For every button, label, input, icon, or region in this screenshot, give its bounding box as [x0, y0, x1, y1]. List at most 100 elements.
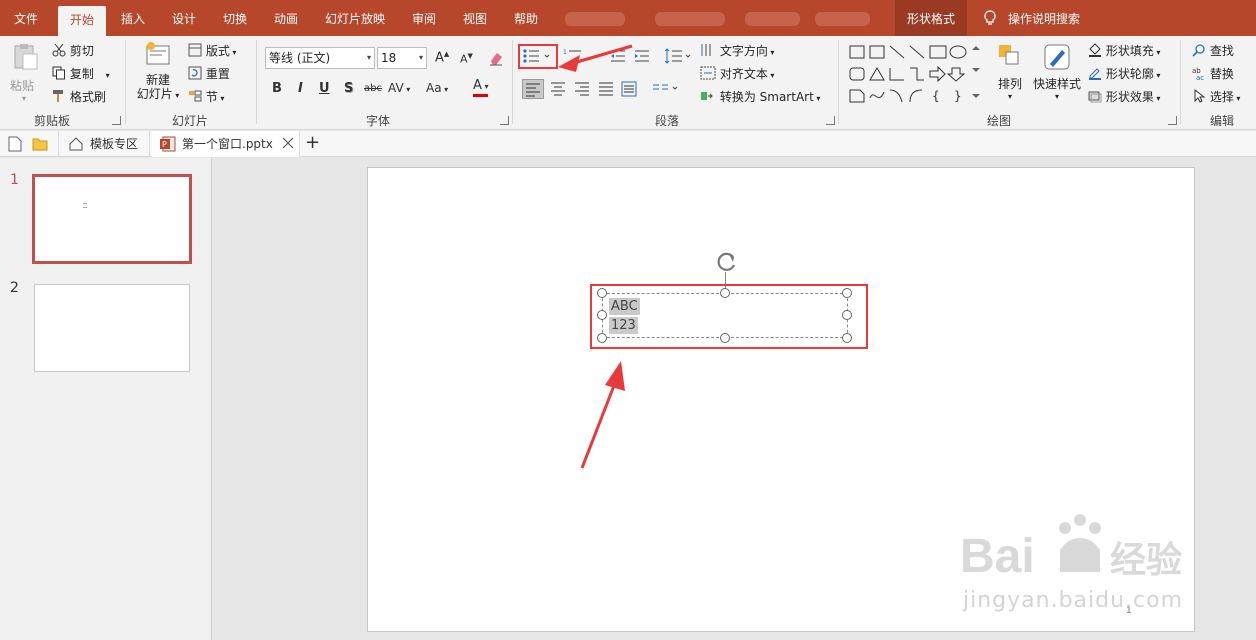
- strikethrough-button[interactable]: abc: [364, 83, 382, 94]
- svg-text:}: }: [954, 89, 962, 103]
- font-size-select[interactable]: 18 ▾: [377, 47, 427, 69]
- clipboard-icon: [10, 44, 40, 75]
- grow-font-button[interactable]: A▲: [435, 50, 449, 65]
- clear-formatting-icon[interactable]: [488, 50, 504, 69]
- doctab-templates[interactable]: 模板专区: [58, 131, 150, 157]
- font-size-value: 18: [381, 51, 397, 65]
- new-slide-button[interactable]: 新建 幻灯片 ▾: [134, 40, 182, 103]
- new-slide-label-1: 新建: [145, 73, 170, 87]
- thumbnail-number: 1: [10, 172, 19, 188]
- align-center-icon[interactable]: [550, 81, 566, 100]
- slide-thumbnail-panel[interactable]: 1 2: [0, 158, 212, 640]
- tab-file[interactable]: 文件: [8, 0, 44, 36]
- shape-effects-button[interactable]: 形状效果 ▾: [1088, 88, 1160, 106]
- font-name-select[interactable]: 等线 (正文) ▾: [265, 47, 375, 69]
- find-button[interactable]: 查找: [1192, 42, 1234, 60]
- increase-indent-icon[interactable]: [634, 49, 650, 66]
- search-icon: [1192, 43, 1206, 60]
- shrink-font-button[interactable]: A▼: [460, 52, 473, 66]
- align-left-icon[interactable]: [522, 79, 544, 99]
- align-right-icon[interactable]: [574, 81, 590, 100]
- columns-icon[interactable]: [652, 81, 680, 100]
- shadow-button[interactable]: S: [344, 81, 353, 96]
- shape-fill-button[interactable]: 形状填充 ▾: [1088, 42, 1160, 60]
- paragraph-group-label: 段落: [655, 114, 680, 128]
- select-button[interactable]: 选择 ▾: [1192, 88, 1240, 106]
- tab-insert[interactable]: 插入: [115, 0, 151, 36]
- slides-group-label: 幻灯片: [172, 114, 209, 128]
- blurred-tab: [815, 12, 870, 26]
- drawing-launcher[interactable]: [1168, 116, 1177, 125]
- rotate-handle-icon[interactable]: [714, 249, 740, 278]
- layout-label: 版式: [205, 44, 230, 58]
- bold-button[interactable]: B: [272, 81, 282, 96]
- reset-label: 重置: [205, 67, 230, 81]
- tell-me-search[interactable]: 操作说明搜索: [1008, 0, 1080, 36]
- smartart-icon: [700, 89, 716, 106]
- convert-smartart-button[interactable]: 转换为 SmartArt ▾: [700, 88, 820, 106]
- tab-shape-format[interactable]: 形状格式: [895, 0, 967, 36]
- quick-styles-button[interactable]: 快速样式 ▾: [1030, 42, 1084, 101]
- slide-thumbnail-1[interactable]: [32, 174, 192, 264]
- doctab-file[interactable]: P 第一个窗口.pptx: [152, 131, 300, 157]
- section-icon: [188, 89, 202, 106]
- powerpoint-icon: P: [160, 136, 176, 155]
- cut-label: 剪切: [69, 44, 94, 58]
- arrange-label: 排列: [997, 77, 1022, 91]
- replace-icon: ab ac: [1192, 66, 1206, 83]
- folder-icon[interactable]: [32, 137, 48, 154]
- blurred-tab: [565, 12, 625, 26]
- layout-icon: [188, 43, 202, 60]
- tab-view[interactable]: 视图: [457, 0, 493, 36]
- tab-transitions[interactable]: 切换: [217, 0, 253, 36]
- reset-button[interactable]: 重置: [188, 65, 230, 83]
- new-file-icon[interactable]: [8, 136, 22, 155]
- italic-button[interactable]: I: [298, 81, 303, 96]
- change-case-button[interactable]: Aa ▾: [426, 81, 448, 95]
- paste-button[interactable]: 粘贴 ▾: [10, 42, 44, 103]
- section-button[interactable]: 节 ▾: [188, 88, 224, 106]
- tab-help[interactable]: 帮助: [508, 0, 544, 36]
- font-launcher[interactable]: [500, 116, 509, 125]
- tab-design[interactable]: 设计: [166, 0, 202, 36]
- document-tab-bar: 模板专区 P 第一个窗口.pptx +: [0, 131, 1256, 157]
- copy-button[interactable]: 复制 ▾: [52, 65, 110, 83]
- chevron-down-icon: ▾: [105, 71, 110, 80]
- lightbulb-icon: [984, 10, 996, 29]
- paragraph-launcher[interactable]: [826, 116, 835, 125]
- clipboard-launcher[interactable]: [112, 116, 121, 125]
- tab-review[interactable]: 审阅: [406, 0, 442, 36]
- ribbon-tab-bar: 文件 开始 插入 设计 切换 动画 幻灯片放映 审阅 视图 帮助 形状格式 操作…: [0, 0, 1256, 36]
- smartart-label: 转换为 SmartArt: [719, 90, 814, 104]
- layout-button[interactable]: 版式 ▾: [188, 42, 236, 60]
- replace-button[interactable]: ab ac 替换: [1192, 65, 1234, 83]
- justify-icon[interactable]: [598, 81, 614, 100]
- tab-animations[interactable]: 动画: [268, 0, 304, 36]
- shape-outline-button[interactable]: 形状轮廓 ▾: [1088, 65, 1160, 83]
- cut-button[interactable]: 剪切: [52, 42, 94, 60]
- arrange-button[interactable]: 排列 ▾: [992, 42, 1028, 101]
- align-text-button[interactable]: 对齐文本 ▾: [700, 65, 774, 83]
- format-painter-button[interactable]: 格式刷: [52, 88, 106, 106]
- shapes-gallery[interactable]: {}: [846, 42, 986, 106]
- text-direction-button[interactable]: 文字方向 ▾: [700, 42, 774, 60]
- tab-home[interactable]: 开始: [58, 6, 106, 36]
- doctab-templates-label: 模板专区: [90, 137, 139, 151]
- slide-thumbnail-2[interactable]: [34, 284, 190, 372]
- blurred-tab: [745, 12, 800, 26]
- underline-button[interactable]: U: [319, 81, 330, 96]
- paint-bucket-icon: [1088, 43, 1102, 60]
- align-text-icon: [700, 66, 716, 83]
- blurred-tab: [655, 12, 725, 26]
- font-name-value: 等线 (正文): [269, 51, 331, 65]
- tab-slideshow[interactable]: 幻灯片放映: [319, 0, 391, 36]
- text-direction-icon: [700, 43, 716, 60]
- line-spacing-icon[interactable]: [664, 48, 692, 67]
- close-icon[interactable]: [282, 137, 294, 152]
- font-color-button[interactable]: A ▾: [473, 79, 489, 97]
- distributed-icon[interactable]: [621, 81, 637, 100]
- character-spacing-button[interactable]: AV ▾: [388, 81, 410, 95]
- quick-styles-icon: [1042, 44, 1072, 75]
- doctab-file-label: 第一个窗口.pptx: [182, 137, 273, 151]
- add-tab-button[interactable]: +: [305, 131, 320, 157]
